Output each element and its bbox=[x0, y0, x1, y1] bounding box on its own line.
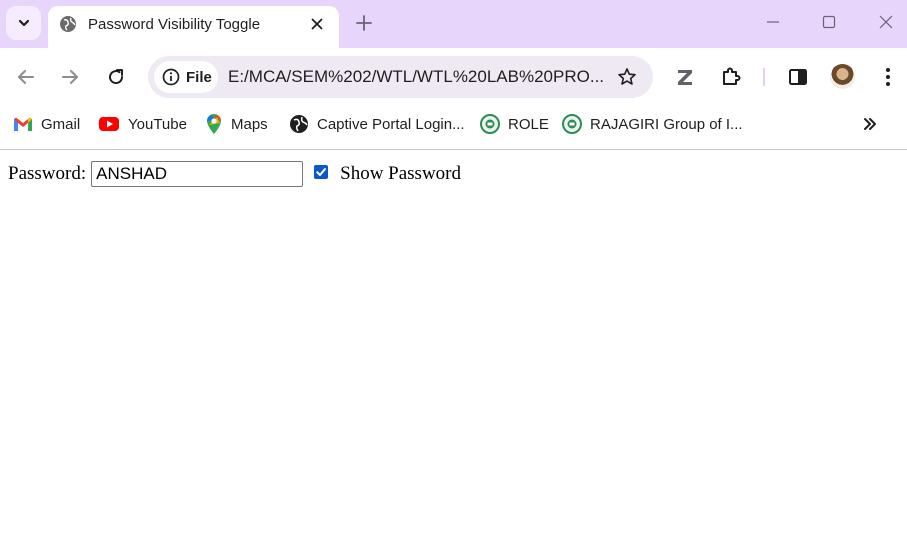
bookmark-label: Gmail bbox=[41, 115, 81, 133]
double-chevron-right-icon bbox=[864, 118, 876, 130]
new-tab-button[interactable] bbox=[350, 9, 378, 37]
gmail-icon bbox=[14, 117, 32, 131]
password-label: Password: bbox=[8, 163, 87, 184]
maximize-button[interactable] bbox=[800, 0, 858, 44]
password-input[interactable] bbox=[91, 161, 304, 187]
site-info-chip[interactable]: File bbox=[154, 61, 218, 93]
info-icon bbox=[162, 68, 180, 86]
bookmark-label: RAJAGIRI Group of I... bbox=[590, 115, 743, 133]
bookmark-role[interactable]: ROLE bbox=[480, 112, 549, 136]
globe-icon bbox=[290, 115, 308, 133]
more-vert-icon bbox=[886, 68, 890, 86]
youtube-icon bbox=[99, 117, 119, 131]
site-chip-label: File bbox=[186, 68, 212, 86]
bookmarks-overflow-button[interactable] bbox=[858, 112, 882, 136]
tab-active[interactable]: Password Visibility Toggle bbox=[48, 6, 339, 48]
arrow-right-icon bbox=[62, 70, 78, 84]
rajagiri-logo-icon bbox=[480, 114, 500, 134]
show-password-label: Show Password bbox=[340, 163, 461, 184]
plus-icon bbox=[356, 15, 372, 31]
bookmark-maps[interactable]: Maps bbox=[205, 112, 268, 136]
tab-close-button[interactable] bbox=[306, 13, 328, 35]
close-window-button[interactable] bbox=[857, 0, 907, 44]
tab-strip: Password Visibility Toggle bbox=[0, 0, 907, 48]
forward-button[interactable] bbox=[54, 61, 86, 93]
bookmark-label: Captive Portal Login... bbox=[317, 115, 465, 133]
bookmark-captive-portal[interactable]: Captive Portal Login... bbox=[289, 112, 465, 136]
arrow-left-icon bbox=[18, 70, 34, 84]
extensions-button[interactable] bbox=[715, 61, 747, 93]
bookmark-label: YouTube bbox=[128, 115, 187, 133]
bookmark-gmail[interactable]: Gmail bbox=[13, 112, 80, 136]
address-bar[interactable]: File E:/MCA/SEM%202/WTL/WTL%20LAB%20PRO.… bbox=[148, 56, 653, 98]
bookmark-label: ROLE bbox=[508, 115, 549, 133]
checkmark-icon bbox=[316, 168, 327, 176]
globe-icon bbox=[60, 16, 76, 32]
bookmark-rajagiri[interactable]: RAJAGIRI Group of I... bbox=[562, 112, 743, 136]
puzzle-icon bbox=[723, 67, 741, 85]
minimize-icon bbox=[767, 21, 779, 23]
rajagiri-logo-icon bbox=[562, 114, 582, 134]
bookmark-label: Maps bbox=[231, 115, 268, 133]
zotero-extension-button[interactable] bbox=[669, 61, 701, 93]
reload-icon bbox=[109, 69, 124, 85]
minimize-button[interactable] bbox=[744, 0, 802, 44]
side-panel-button[interactable] bbox=[782, 61, 814, 93]
browser-window: Password Visibility Toggle File E:/MCA/S… bbox=[0, 0, 907, 556]
side-panel-icon bbox=[789, 69, 807, 85]
bookmarks-divider bbox=[0, 149, 907, 150]
show-password-checkbox[interactable] bbox=[314, 165, 329, 179]
star-icon bbox=[618, 68, 636, 85]
tab-title: Password Visibility Toggle bbox=[88, 16, 261, 33]
toolbar: File E:/MCA/SEM%202/WTL/WTL%20LAB%20PRO.… bbox=[0, 48, 907, 106]
tab-search-button[interactable] bbox=[6, 6, 41, 40]
page-content: Password: Show Password bbox=[8, 161, 461, 187]
zotero-icon bbox=[678, 70, 692, 85]
profile-avatar[interactable] bbox=[830, 64, 855, 89]
maximize-icon bbox=[822, 15, 836, 29]
back-button[interactable] bbox=[10, 61, 42, 93]
toolbar-separator bbox=[763, 68, 765, 86]
bookmark-star-button[interactable] bbox=[615, 65, 639, 89]
reload-button[interactable] bbox=[100, 61, 132, 93]
chevron-down-icon bbox=[18, 19, 29, 27]
close-icon bbox=[879, 15, 893, 29]
maps-icon bbox=[207, 114, 221, 134]
menu-button[interactable] bbox=[872, 61, 904, 93]
url-text[interactable]: E:/MCA/SEM%202/WTL/WTL%20LAB%20PRO... bbox=[228, 67, 608, 87]
close-icon bbox=[311, 18, 323, 30]
bookmark-youtube[interactable]: YouTube bbox=[98, 112, 187, 136]
bookmarks-bar: Gmail YouTube Maps Captive Portal Login.… bbox=[0, 106, 907, 142]
